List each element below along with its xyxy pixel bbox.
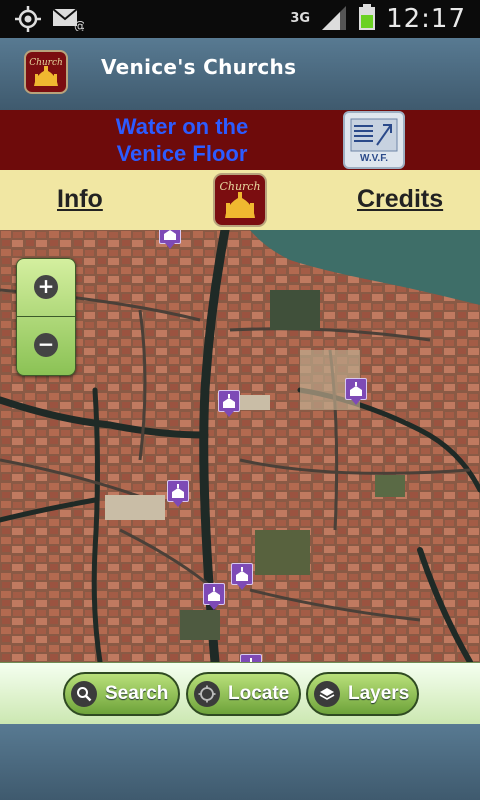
- locate-label: Locate: [228, 683, 290, 704]
- zoom-control: + −: [16, 258, 76, 376]
- banner-line-1: Water on the: [115, 114, 249, 139]
- layers-button[interactable]: Layers: [306, 672, 419, 716]
- search-label: Search: [105, 683, 169, 704]
- svg-text:Church: Church: [219, 180, 260, 193]
- wvf-logo[interactable]: W.V.F.: [343, 111, 405, 169]
- clock: 12:17: [386, 4, 466, 34]
- network-type: 3G: [290, 11, 311, 26]
- church-marker[interactable]: [231, 563, 253, 590]
- bottom-bar: [0, 724, 480, 800]
- church-marker[interactable]: [345, 378, 367, 405]
- wvf-banner[interactable]: Water on the Venice Floor: [0, 110, 480, 170]
- zoom-out-button[interactable]: −: [34, 333, 58, 357]
- search-button[interactable]: Search: [63, 672, 180, 716]
- status-bar: @ 3G 12:17: [0, 0, 480, 38]
- church-marker[interactable]: [167, 480, 189, 507]
- app-header: Church Venice's Churchs: [0, 38, 480, 111]
- church-marker[interactable]: [203, 583, 225, 610]
- banner-text: Water on the Venice Floor: [102, 113, 262, 167]
- banner-line-2: Venice Floor: [116, 141, 248, 166]
- locate-button[interactable]: Locate: [186, 672, 301, 716]
- app-church-icon[interactable]: Church: [24, 50, 68, 94]
- zoom-divider: [17, 316, 75, 317]
- church-marker[interactable]: [159, 230, 181, 249]
- search-icon: [71, 681, 97, 707]
- app-title: Venice's Churchs: [101, 55, 297, 79]
- signal-icon: [320, 4, 348, 34]
- locate-icon: [194, 681, 220, 707]
- svg-text:@: @: [74, 19, 84, 31]
- battery-icon: [358, 3, 376, 35]
- info-link[interactable]: Info: [57, 185, 103, 214]
- map-toolbar: Search Locate Layers: [0, 662, 480, 725]
- church-logo-icon[interactable]: Church: [213, 173, 267, 227]
- church-marker[interactable]: [218, 390, 240, 417]
- gps-icon: [14, 5, 42, 37]
- credits-link[interactable]: Credits: [357, 185, 443, 214]
- layers-label: Layers: [348, 683, 410, 704]
- church-marker[interactable]: [240, 654, 262, 662]
- email-icon: @: [52, 7, 86, 35]
- zoom-in-button[interactable]: +: [34, 275, 58, 299]
- layers-icon: [314, 681, 340, 707]
- wvf-logo-text: W.V.F.: [360, 153, 388, 164]
